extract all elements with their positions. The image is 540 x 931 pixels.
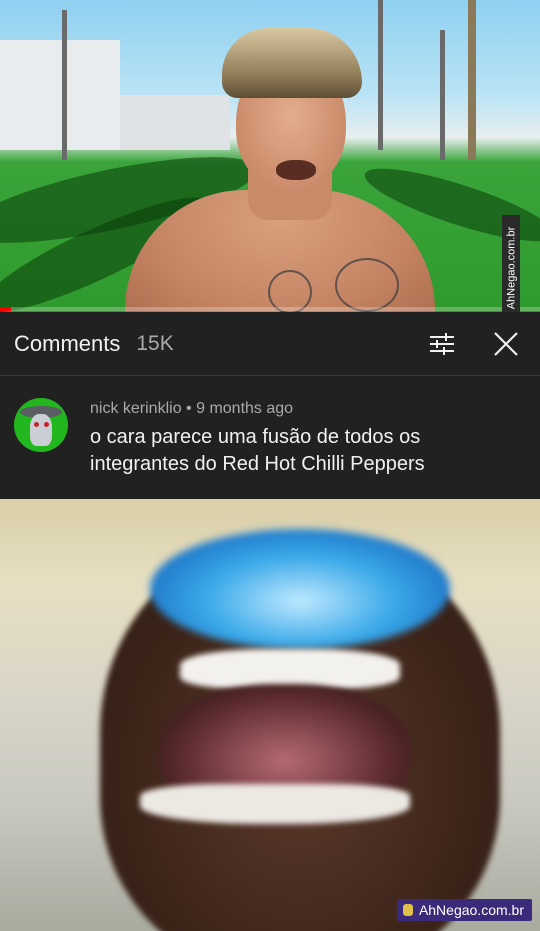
comment-text: o cara parece uma fusão de todos os inte… — [90, 426, 425, 475]
watermark-vertical: AhNegao.com.br — [502, 215, 520, 320]
chest-tattoo — [335, 258, 399, 312]
glowing-eyes — [150, 529, 450, 649]
close-icon[interactable] — [486, 324, 526, 364]
lamp-post — [378, 0, 383, 150]
reaction-meme-image: AhNegao.com.br — [0, 499, 540, 931]
lamp-post — [440, 30, 445, 160]
comment-body: nick kerinklio • 9 months ago o cara par… — [90, 400, 490, 478]
watermark-logo-icon — [402, 904, 413, 916]
person-mouth — [276, 160, 316, 180]
lamp-post — [62, 10, 67, 160]
background-building — [0, 40, 120, 150]
watermark-text: AhNegao.com.br — [505, 226, 518, 309]
background-building — [120, 95, 230, 150]
comments-title: Comments — [14, 330, 121, 356]
comment-separator: • — [186, 400, 192, 417]
avatar-eye — [34, 422, 39, 427]
watermark-text: AhNegao.com.br — [418, 902, 524, 918]
video-progress-played — [0, 307, 11, 311]
sort-filter-icon[interactable] — [422, 324, 462, 364]
comments-count: 15K — [136, 331, 174, 355]
comment-meta: nick kerinklio • 9 months ago — [90, 400, 490, 418]
avatar[interactable] — [14, 398, 68, 452]
comment-item[interactable]: nick kerinklio • 9 months ago o cara par… — [0, 376, 540, 478]
comment-author[interactable]: nick kerinklio — [90, 400, 182, 417]
comment-time: 9 months ago — [196, 400, 294, 417]
avatar-face — [30, 414, 52, 446]
avatar-eye — [44, 422, 49, 427]
person-hair — [222, 28, 362, 98]
comments-panel: Comments 15K nick kerinklio • 9 months a… — [0, 312, 540, 499]
comments-header: Comments 15K — [0, 312, 540, 376]
upper-teeth — [180, 649, 400, 689]
watermark-badge: AhNegao.com.br — [396, 899, 532, 921]
lower-teeth — [140, 784, 410, 824]
chest-tattoo — [268, 270, 312, 312]
palm-trunk — [468, 0, 476, 160]
video-thumbnail[interactable] — [0, 0, 540, 312]
video-progress-bar[interactable] — [0, 307, 540, 311]
